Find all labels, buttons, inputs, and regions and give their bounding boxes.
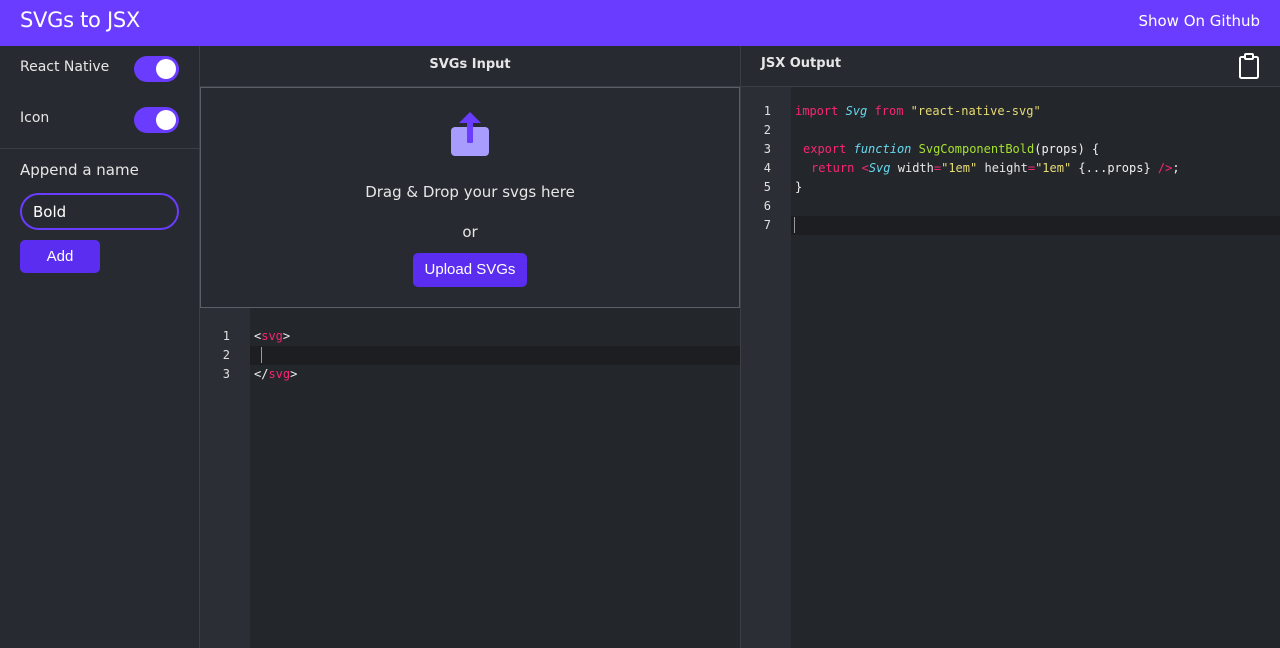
- app-header: SVGs to JSX Show On Github: [0, 0, 1280, 46]
- code-line: }: [795, 180, 803, 194]
- github-link[interactable]: Show On Github: [1138, 12, 1260, 30]
- icon-label: Icon: [20, 110, 50, 126]
- code-line: import Svg from "react-native-svg": [795, 104, 1041, 118]
- line-number: 2: [222, 348, 230, 362]
- line-number: 1: [222, 329, 230, 343]
- react-native-option: React Native: [20, 56, 180, 82]
- line-number: 6: [763, 199, 771, 213]
- line-number: 2: [763, 123, 771, 137]
- code-line: export function SvgComponentBold(props) …: [803, 142, 1100, 156]
- line-number: 5: [763, 180, 771, 194]
- icon-option: Icon: [20, 107, 180, 133]
- code-line: return <Svg width="1em" height="1em" {..…: [811, 161, 1180, 175]
- text-cursor: [261, 347, 262, 363]
- app-title: SVGs to JSX: [20, 8, 140, 32]
- drop-instruction: Drag & Drop your svgs here: [365, 183, 575, 201]
- append-name-label: Append a name: [20, 161, 139, 179]
- line-number: 3: [222, 367, 230, 381]
- react-native-toggle[interactable]: [134, 56, 179, 82]
- svg-input-editor[interactable]: 1 2 3 <svg> </svg>: [200, 308, 740, 648]
- line-number: 3: [763, 142, 771, 156]
- line-number: 4: [763, 161, 771, 175]
- svg-dropzone[interactable]: Drag & Drop your svgs here or Upload SVG…: [200, 87, 740, 308]
- line-number: 1: [763, 104, 771, 118]
- toggle-knob: [156, 110, 176, 130]
- clipboard-icon[interactable]: [1238, 53, 1260, 79]
- svgs-input-title: SVGs Input: [429, 57, 511, 72]
- toggle-knob: [156, 59, 176, 79]
- or-separator: or: [462, 223, 478, 241]
- add-button[interactable]: Add: [20, 240, 100, 273]
- jsx-output-title: JSX Output: [761, 56, 842, 71]
- sidebar-divider: [0, 148, 199, 149]
- line-number: 7: [763, 218, 771, 232]
- sidebar: React Native Icon Append a name Add: [0, 46, 200, 648]
- line-gutter: 1 2 3 4 5 6 7: [741, 87, 791, 648]
- upload-icon: [451, 112, 489, 156]
- line-gutter: 1 2 3: [200, 308, 250, 648]
- upload-svgs-button[interactable]: Upload SVGs: [413, 253, 527, 287]
- code-area[interactable]: import Svg from "react-native-svg" expor…: [791, 87, 1280, 648]
- code-line: </svg>: [254, 367, 298, 381]
- jsx-output-header: JSX Output: [740, 46, 1280, 87]
- react-native-label: React Native: [20, 59, 110, 75]
- code-line: <svg>: [254, 329, 291, 343]
- svgs-input-header: SVGs Input: [200, 46, 740, 87]
- jsx-output-editor[interactable]: 1 2 3 4 5 6 7 import Svg from "react-nat…: [740, 87, 1280, 648]
- code-area[interactable]: <svg> </svg>: [250, 308, 740, 648]
- name-input[interactable]: [20, 193, 179, 230]
- icon-toggle[interactable]: [134, 107, 179, 133]
- text-cursor: [794, 217, 795, 233]
